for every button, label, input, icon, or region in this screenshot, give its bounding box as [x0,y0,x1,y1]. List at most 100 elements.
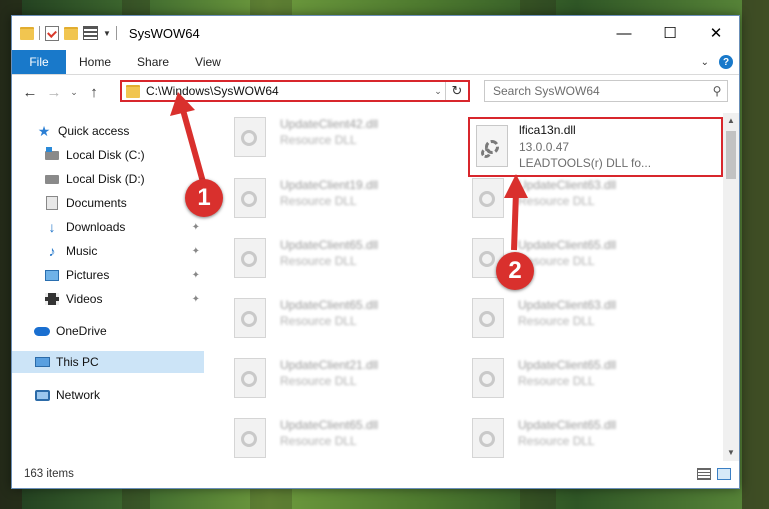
dll-file-icon [472,298,504,338]
item-count: 163 items [24,468,74,480]
sidebar-item-label: Pictures [66,268,110,282]
toolbar-separator [39,26,40,40]
dll-file-icon [234,238,266,278]
help-icon[interactable]: ? [719,55,733,69]
dll-file-icon [472,418,504,458]
dll-file-icon [472,178,504,218]
sidebar-item-videos[interactable]: Videos ✦ [12,288,204,310]
back-button[interactable]: ← [18,84,42,101]
search-icon[interactable]: ⚲ [707,84,727,98]
sidebar-item-pictures[interactable]: Pictures ✦ [12,264,204,286]
refresh-button[interactable]: ↻ [445,82,468,100]
sidebar-item-local-disk-c[interactable]: Local Disk (C:) [12,144,204,166]
search-input[interactable] [485,83,707,99]
sidebar-item-this-pc[interactable]: This PC [12,351,204,373]
list-item[interactable]: UpdateClient65.dll Resource DLL [454,412,674,464]
file-type: Resource DLL [280,434,357,448]
maximize-button[interactable]: ☐ [647,16,693,50]
address-bar[interactable]: C:\Windows\SysWOW64 ⌄ ↻ [120,80,470,102]
scroll-up-arrow-icon[interactable]: ▲ [723,113,739,129]
drive-icon [45,174,59,184]
forward-button[interactable]: → [42,84,66,101]
file-version: 13.0.0.47 [519,140,570,154]
navigation-bar: ← → ⌄ ↑ C:\Windows\SysWOW64 ⌄ ↻ ⚲ [12,75,739,109]
file-name: UpdateClient21.dll [280,358,379,372]
file-name: UpdateClient65.dll [518,418,617,432]
drive-icon [45,146,59,160]
dll-file-icon [234,298,266,338]
pin-icon[interactable]: ✦ [192,294,200,305]
expand-ribbon-chevron-icon[interactable]: ⌄ [701,57,709,68]
documents-icon [46,196,58,210]
list-item[interactable]: UpdateClient19.dll Resource DLL [216,172,436,224]
sidebar-item-label: This PC [56,355,99,369]
sidebar-item-label: Local Disk (D:) [66,172,145,186]
sidebar-item-onedrive[interactable]: OneDrive [12,320,204,342]
file-type: Resource DLL [280,194,357,208]
list-item[interactable]: UpdateClient65.dll Resource DLL [216,232,436,284]
sidebar-item-network[interactable]: Network [12,384,204,406]
file-type: Resource DLL [280,133,357,147]
computer-icon [34,357,50,367]
vertical-scrollbar[interactable]: ▲ ▼ [723,113,739,461]
pin-icon[interactable]: ✦ [192,270,200,281]
list-item[interactable]: UpdateClient65.dll Resource DLL [216,292,436,344]
tab-home[interactable]: Home [66,50,124,74]
search-box[interactable]: ⚲ [484,80,728,102]
list-item[interactable]: UpdateClient65.dll Resource DLL [216,412,436,464]
tab-share[interactable]: Share [124,50,182,74]
sidebar-item-label: Quick access [58,124,130,138]
details-view-icon[interactable] [697,468,711,480]
list-item[interactable]: UpdateClient65.dll Resource DLL [454,232,674,284]
downloads-icon: ↓ [48,219,56,235]
step-marker-1: 1 [185,179,223,217]
file-name: UpdateClient65.dll [280,298,379,312]
file-name: UpdateClient42.dll [280,117,379,131]
step-marker-2: 2 [496,252,534,290]
file-name: lfica13n.dll [519,123,576,137]
scrollbar-thumb[interactable] [726,131,736,179]
tab-file[interactable]: File [12,50,66,74]
sidebar-item-music[interactable]: ♪ Music ✦ [12,240,204,262]
list-item[interactable]: UpdateClient42.dll Resource DLL [216,111,436,163]
pin-icon[interactable]: ✦ [192,222,200,233]
ribbon-tabs: File Home Share View ⌄ ? [12,50,739,75]
dll-file-icon [234,117,266,157]
large-icons-view-icon[interactable] [717,468,731,480]
list-item[interactable]: UpdateClient63.dll Resource DLL [454,172,674,224]
file-type: Resource DLL [518,194,595,208]
customize-toolbar-chevron-icon[interactable]: ▼ [103,29,111,38]
sidebar-item-label: Network [56,388,101,402]
properties-icon[interactable] [45,25,59,41]
sidebar-item-local-disk-d[interactable]: Local Disk (D:) [12,168,204,190]
file-name: UpdateClient63.dll [518,178,617,192]
new-folder-icon[interactable] [64,26,78,40]
tab-view[interactable]: View [182,50,234,74]
list-item[interactable]: UpdateClient63.dll Resource DLL [454,292,674,344]
up-button[interactable]: ↑ [82,84,106,101]
file-type: Resource DLL [518,314,595,328]
close-button[interactable]: ✕ [693,16,739,50]
scroll-down-arrow-icon[interactable]: ▼ [723,445,739,461]
pin-icon[interactable]: ✦ [192,246,200,257]
view-options-icon[interactable] [83,26,98,40]
address-dropdown-chevron-icon[interactable]: ⌄ [431,86,445,97]
dll-file-icon [234,418,266,458]
music-icon: ♪ [48,243,56,259]
list-item[interactable]: UpdateClient65.dll Resource DLL [454,352,674,404]
view-toggles [697,468,731,480]
file-type: Resource DLL [518,434,595,448]
minimize-button[interactable]: — [601,16,647,50]
address-path[interactable]: C:\Windows\SysWOW64 [146,84,431,98]
sidebar-item-quick-access[interactable]: ★ Quick access [12,120,204,142]
window-controls: — ☐ ✕ [601,16,739,50]
cloud-icon [34,326,50,336]
list-item[interactable]: UpdateClient21.dll Resource DLL [216,352,436,404]
dll-file-icon [234,358,266,398]
sidebar-item-documents[interactable]: Documents [12,192,204,214]
pictures-icon [45,269,59,281]
highlighted-file-lfica13n[interactable]: lfica13n.dll 13.0.0.47 LEADTOOLS(r) DLL … [468,117,723,177]
recent-locations-button[interactable]: ⌄ [66,87,82,98]
sidebar-item-downloads[interactable]: ↓ Downloads ✦ [12,216,204,238]
sidebar-item-label: Documents [66,196,127,210]
